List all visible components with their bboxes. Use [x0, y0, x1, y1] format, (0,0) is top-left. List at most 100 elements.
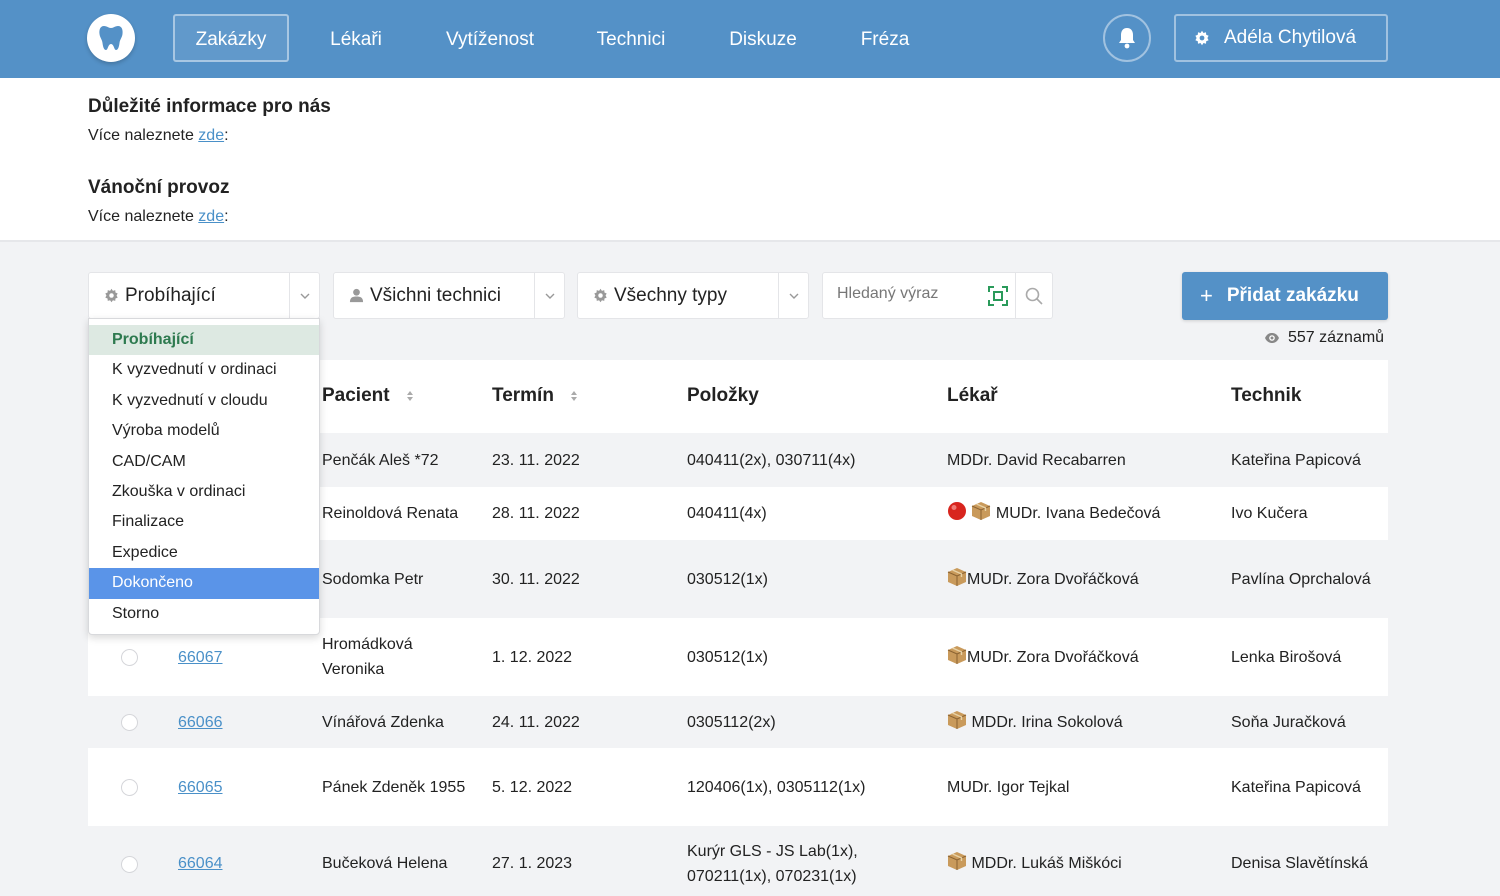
cell-tech: Denisa Slavětínská	[1231, 855, 1368, 872]
package-icon	[947, 568, 967, 586]
dropdown-option[interactable]: Expedice	[89, 538, 319, 568]
bell-icon	[1119, 28, 1135, 49]
plus-icon: +	[1200, 283, 1213, 308]
cell-date: 5. 12. 2022	[492, 779, 573, 796]
add-order-button[interactable]: + Přidat zakázku	[1182, 272, 1388, 320]
chevron-down-icon	[534, 273, 564, 318]
cell-patient: Pánek Zdeněk 1955	[322, 779, 466, 796]
record-count-text: 557 záznamů	[1288, 329, 1385, 346]
search-input[interactable]	[837, 285, 977, 303]
gear-icon	[104, 288, 119, 303]
order-id-link[interactable]: 66064	[178, 851, 223, 876]
cell-doctor: MDDr. Irina Sokolová	[947, 710, 1217, 735]
cell-date: 27. 1. 2023	[492, 855, 573, 872]
column-header-patient[interactable]: Pacient	[322, 385, 414, 407]
cell-items: 030512(1x)	[687, 571, 768, 588]
package-icon	[947, 852, 967, 870]
package-icon	[947, 711, 967, 729]
doctor-name: MDDr. Lukáš Miškóci	[971, 855, 1122, 872]
table-row[interactable]: 66064 Bučeková Helena 27. 1. 2023 Kurýr GLS…	[88, 826, 1388, 896]
cell-date: 30. 11. 2022	[492, 571, 580, 588]
user-menu-button[interactable]: Adéla Chytilová	[1174, 14, 1388, 62]
tooth-icon	[99, 26, 123, 50]
user-name: Adéla Chytilová	[1224, 27, 1357, 48]
info-link[interactable]: zde	[198, 208, 224, 225]
row-select-radio[interactable]	[121, 855, 138, 873]
nav-item[interactable]: Zakázky	[173, 14, 289, 62]
cell-tech: Kateřina Papicová	[1231, 779, 1361, 796]
info-block-christmas: Vánoční provoz Více naleznete zde:	[88, 177, 229, 226]
dropdown-option[interactable]: K vyzvednutí v cloudu	[89, 386, 319, 416]
chevron-down-icon	[289, 273, 319, 318]
type-select[interactable]: Všechny typy	[577, 272, 809, 319]
user-icon	[349, 288, 364, 303]
scan-icon[interactable]	[988, 286, 1008, 306]
cell-items: 030512(1x)	[687, 649, 768, 666]
sort-icon	[570, 390, 578, 402]
search-box	[822, 272, 1016, 319]
package-icon	[947, 646, 967, 664]
column-header-date[interactable]: Termín	[492, 385, 578, 407]
dropdown-option[interactable]: Finalizace	[89, 507, 319, 537]
dropdown-option[interactable]: K vyzvednutí v ordinaci	[89, 355, 319, 385]
row-select-radio[interactable]	[121, 649, 138, 666]
info-title: Důležité informace pro nás	[88, 96, 331, 117]
cell-items: 0305112(2x)	[687, 714, 776, 731]
dropdown-option[interactable]: Probíhající	[89, 325, 319, 356]
app-logo[interactable]	[87, 14, 135, 62]
search-button[interactable]	[1016, 272, 1053, 319]
dropdown-option[interactable]: Storno	[89, 599, 319, 629]
info-link[interactable]: zde	[198, 127, 224, 144]
cell-tech: Lenka Birošová	[1231, 649, 1342, 666]
column-header-doctor: Lékař	[947, 385, 998, 406]
row-select-radio[interactable]	[121, 779, 138, 796]
table-row[interactable]: 66066 Vínářová Zdenka 24. 11. 2022 0305112(…	[88, 696, 1388, 748]
package-icon	[972, 502, 991, 520]
nav-item[interactable]: Diskuze	[709, 14, 817, 62]
status-select-value: Probíhající	[125, 284, 216, 306]
info-panel: Důležité informace pro nás Více naleznet…	[0, 78, 1500, 242]
dropdown-option[interactable]: Dokončeno	[89, 568, 319, 599]
sort-icon	[406, 390, 414, 402]
nav-item[interactable]: Vytíženost	[425, 14, 555, 62]
dropdown-option[interactable]: CAD/CAM	[89, 447, 319, 477]
cell-items: 120406(1x), 0305112(1x)	[687, 779, 866, 796]
status-dropdown-menu: Probíhající K vyzvednutí v ordinaci K vyzv…	[88, 318, 320, 635]
cell-doctor: MUDr. Igor Tejkal	[947, 775, 1217, 800]
red-circle-icon	[948, 502, 966, 520]
technician-select-value: Všichni technici	[370, 284, 501, 306]
dropdown-option[interactable]: Zkouška v ordinaci	[89, 477, 319, 507]
nav-item[interactable]: Fréza	[841, 14, 929, 62]
cell-doctor: MDDr. Lukáš Miškóci	[947, 851, 1217, 876]
row-select-radio[interactable]	[121, 714, 138, 731]
cell-patient: Bučeková Helena	[322, 855, 448, 872]
status-select[interactable]: Probíhající	[88, 272, 320, 319]
doctor-name: MUDr. Zora Dvořáčková	[967, 649, 1139, 666]
nav-item[interactable]: Lékaři	[310, 14, 402, 62]
order-id-link[interactable]: 66065	[178, 775, 223, 800]
cell-patient: Hromádková Veronika	[322, 636, 413, 678]
notifications-button[interactable]	[1103, 14, 1151, 62]
order-id-link[interactable]: 66067	[178, 645, 223, 670]
dropdown-option[interactable]: Výroba modelů	[89, 416, 319, 446]
cell-date: 28. 11. 2022	[492, 505, 580, 522]
search-icon	[1025, 287, 1043, 305]
order-id-link[interactable]: 66066	[178, 710, 223, 735]
cell-patient: Penčák Aleš *72	[322, 452, 439, 469]
nav-item[interactable]: Technici	[576, 14, 686, 62]
cell-items: Kurýr GLS - JS Lab(1x), 070211(1x), 0702…	[687, 843, 858, 885]
cell-patient: Vínářová Zdenka	[322, 714, 444, 731]
info-text: Více naleznete zde:	[88, 127, 229, 144]
add-order-label: Přidat zakázku	[1226, 285, 1359, 306]
gear-icon	[593, 288, 608, 303]
info-block-important: Důležité informace pro nás Více naleznet…	[88, 96, 331, 145]
doctor-name: MUDr. Ivana Bedečová	[995, 505, 1161, 522]
eye-icon	[1264, 332, 1280, 344]
table-row[interactable]: 66065 Pánek Zdeněk 1955 5. 12. 2022 120406(…	[88, 748, 1388, 826]
technician-select[interactable]: Všichni technici	[333, 272, 565, 319]
cell-tech: Soňa Juračková	[1231, 714, 1346, 731]
doctor-name: MUDr. Zora Dvořáčková	[967, 571, 1139, 588]
chevron-down-icon	[778, 273, 808, 318]
cell-items: 040411(2x), 030711(4x)	[687, 452, 856, 469]
info-text: Více naleznete zde:	[88, 208, 229, 225]
